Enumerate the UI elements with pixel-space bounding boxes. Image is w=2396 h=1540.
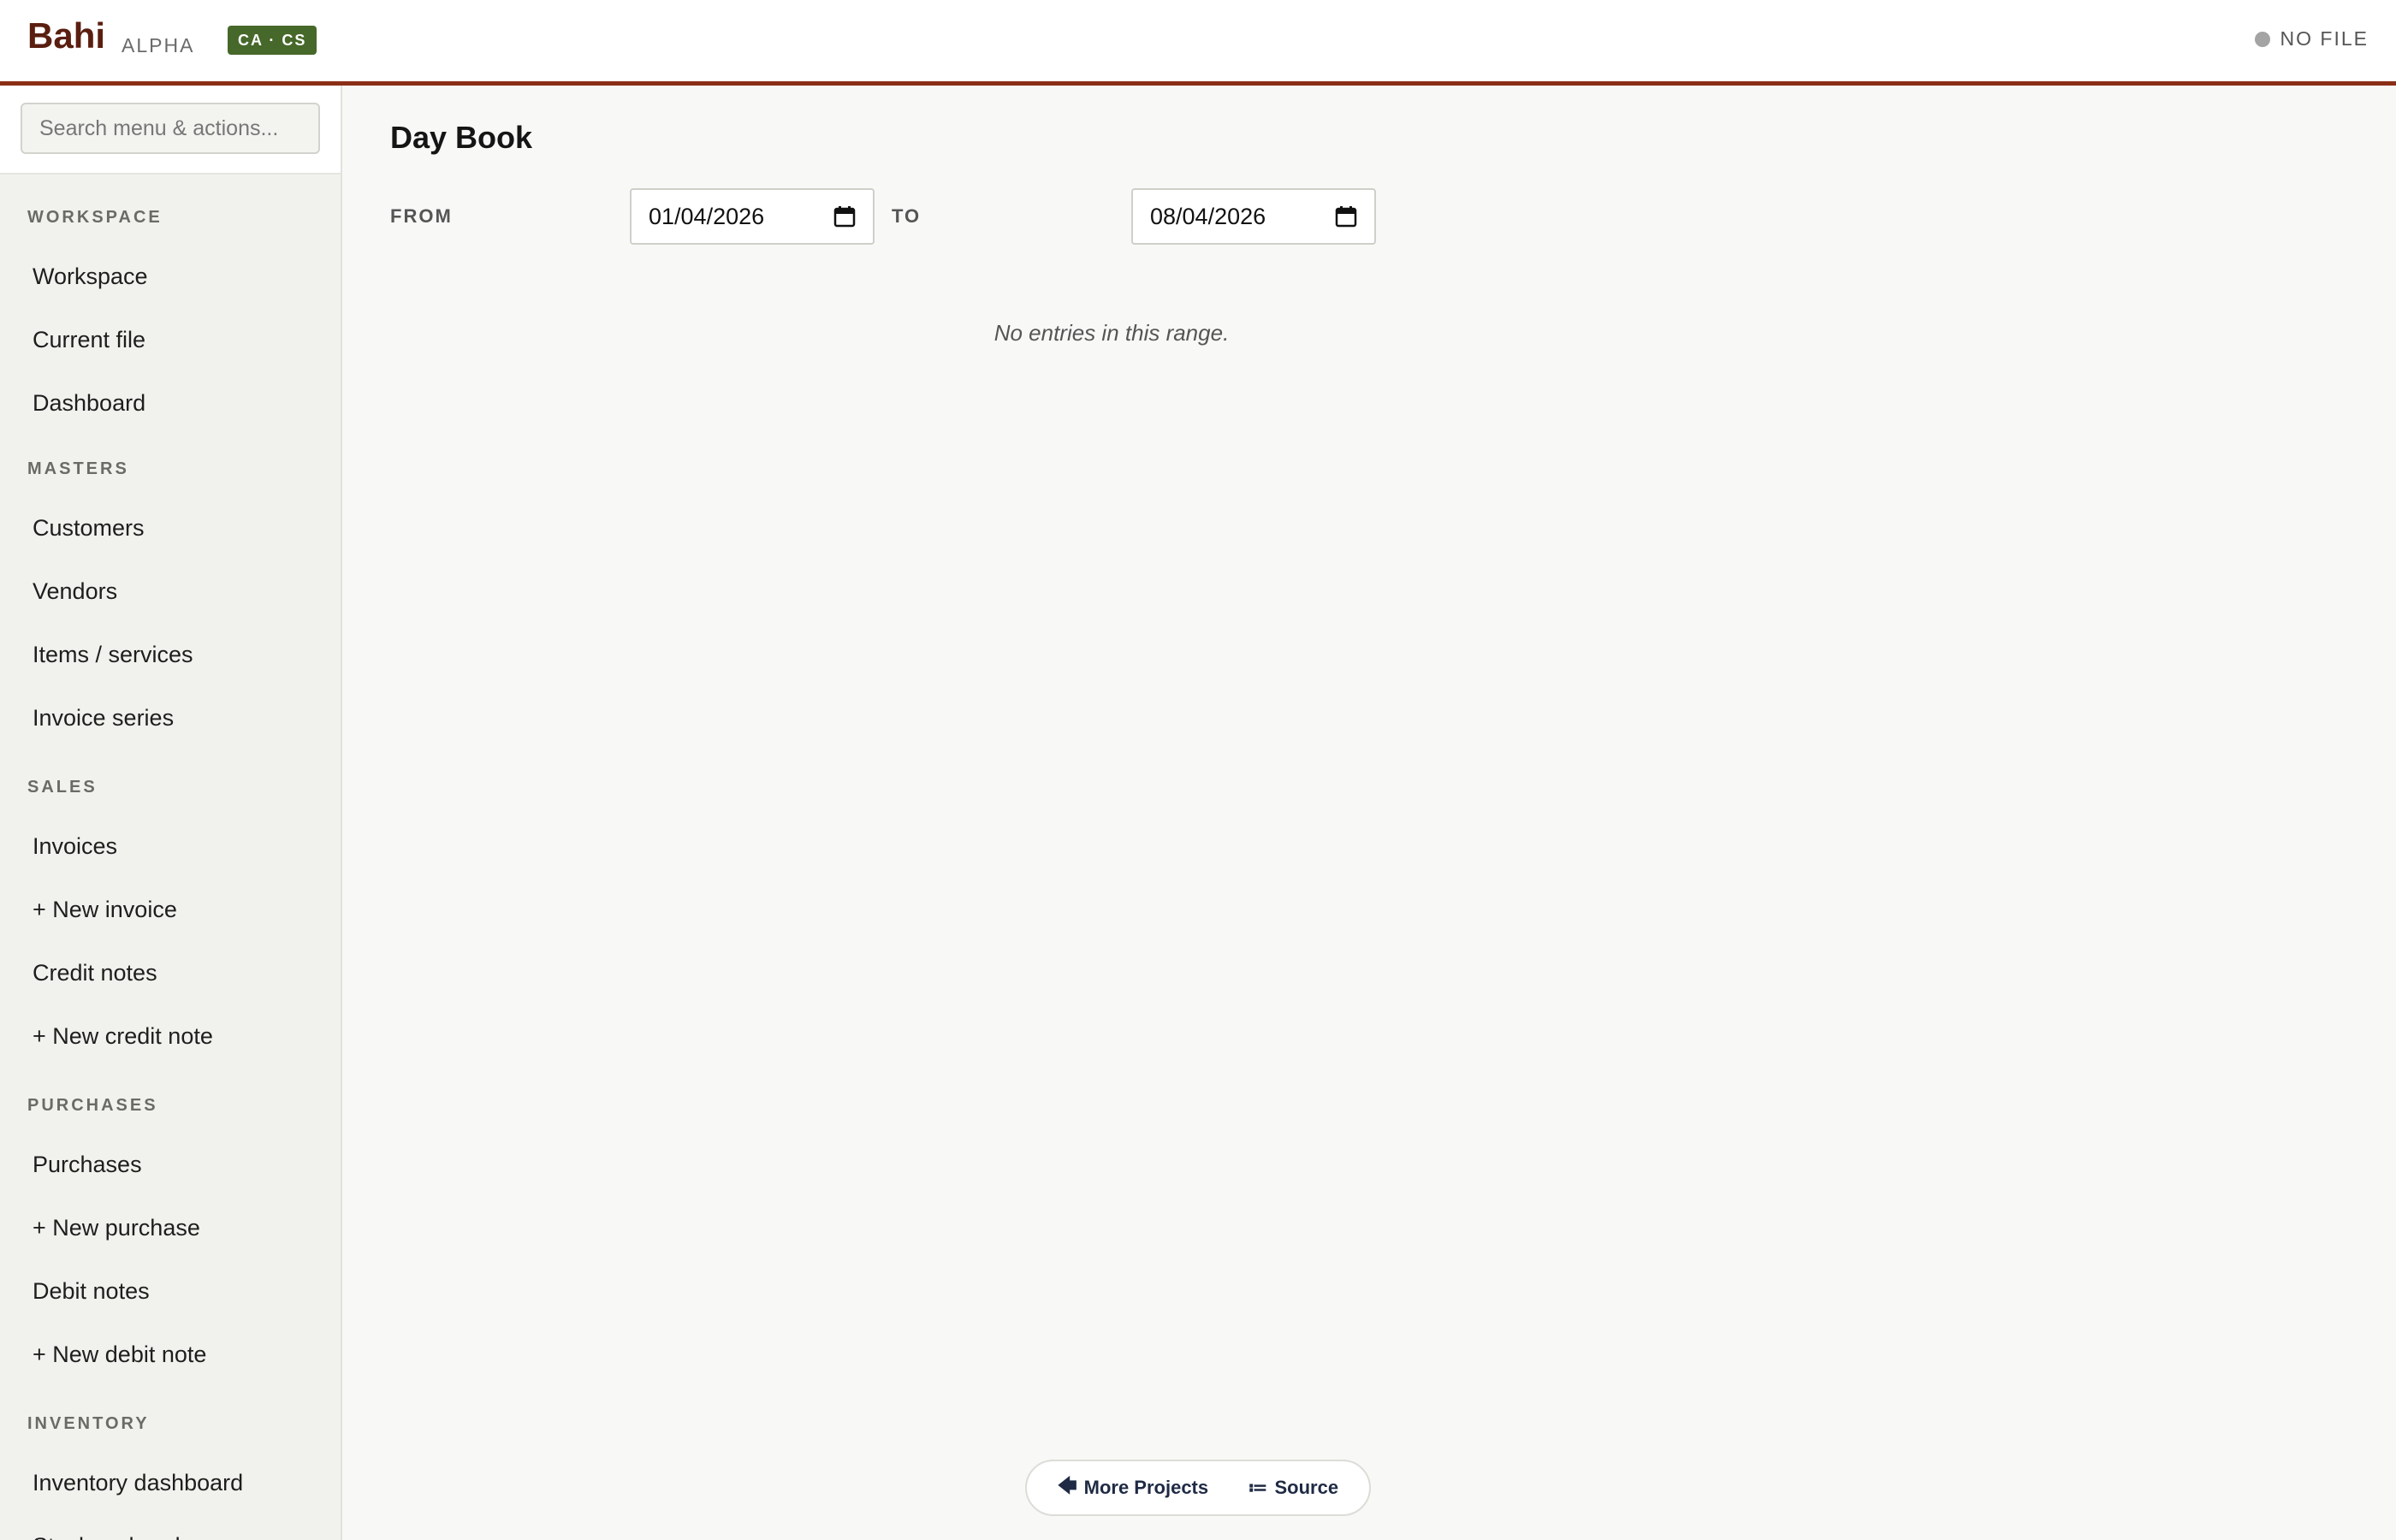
from-date-value: 01/04/2026 — [649, 203, 765, 229]
empty-state-message: No entries in this range. — [993, 320, 1230, 346]
source-link[interactable]: ≔ Source — [1248, 1477, 1338, 1499]
sidebar-item-new-debit-note[interactable]: + New debit note — [0, 1323, 341, 1386]
more-projects-label: More Projects — [1083, 1477, 1209, 1498]
sidebar: WORKSPACE Workspace Current file Dashboa… — [0, 86, 342, 1540]
to-label: TO — [892, 205, 922, 227]
section-title-sales: SALES — [27, 777, 98, 797]
calendar-icon[interactable] — [833, 205, 856, 228]
sidebar-item-purchases[interactable]: Purchases — [0, 1133, 341, 1196]
sidebar-item-invoice-series[interactable]: Invoice series — [0, 686, 341, 749]
source-label: Source — [1274, 1477, 1339, 1498]
sidebar-item-workspace[interactable]: Workspace — [0, 245, 341, 308]
sidebar-item-new-credit-note[interactable]: + New credit note — [0, 1004, 341, 1068]
page-title: Day Book — [390, 120, 533, 155]
from-date-input[interactable]: 01/04/2026 — [630, 188, 875, 245]
section-inventory: INVENTORY Inventory dashboard Stock on h… — [0, 1407, 341, 1540]
arrow-left-icon: 🡄 — [1057, 1475, 1077, 1496]
file-status: NO FILE — [2254, 27, 2369, 50]
calendar-icon[interactable] — [1335, 205, 1357, 228]
sidebar-item-vendors[interactable]: Vendors — [0, 560, 341, 623]
sidebar-item-items-services[interactable]: Items / services — [0, 623, 341, 686]
section-title-purchases: PURCHASES — [27, 1095, 158, 1115]
sidebar-item-customers[interactable]: Customers — [0, 496, 341, 560]
code-icon: ≔ — [1248, 1477, 1268, 1498]
sidebar-item-inventory-dashboard[interactable]: Inventory dashboard — [0, 1451, 341, 1514]
sidebar-item-stock-on-hand[interactable]: Stock on hand — [0, 1514, 341, 1540]
sidebar-item-new-invoice[interactable]: + New invoice — [0, 878, 341, 941]
more-projects-link[interactable]: 🡄 More Projects — [1058, 1472, 1208, 1504]
section-title-masters: MASTERS — [27, 459, 129, 478]
section-purchases: PURCHASES Purchases + New purchase Debit… — [0, 1088, 341, 1386]
section-workspace: WORKSPACE Workspace Current file Dashboa… — [0, 200, 341, 435]
sidebar-item-debit-notes[interactable]: Debit notes — [0, 1259, 341, 1323]
sidebar-item-credit-notes[interactable]: Credit notes — [0, 941, 341, 1004]
app-root: Bahi ALPHA CA · CS NO FILE WORKSPACE Wor… — [0, 0, 2396, 1540]
stage-label: ALPHA — [122, 34, 195, 56]
section-masters: MASTERS Customers Vendors Items / servic… — [0, 452, 341, 749]
to-date-value: 08/04/2026 — [1150, 203, 1266, 229]
brand-logo[interactable]: Bahi — [27, 15, 105, 56]
section-title-workspace: WORKSPACE — [27, 207, 163, 227]
sidebar-item-new-purchase[interactable]: + New purchase — [0, 1196, 341, 1259]
sidebar-search-area — [0, 86, 341, 175]
search-input[interactable] — [21, 103, 320, 154]
sidebar-item-dashboard[interactable]: Dashboard — [0, 371, 341, 435]
main-content: Day Book FROM 01/04/2026 TO 08/04/2026 N… — [344, 86, 2396, 1540]
status-dot-icon — [2254, 31, 2270, 47]
top-header: Bahi ALPHA CA · CS NO FILE — [0, 0, 2396, 86]
to-date-input[interactable]: 08/04/2026 — [1131, 188, 1376, 245]
file-status-label: NO FILE — [2280, 27, 2369, 50]
section-title-inventory: INVENTORY — [27, 1413, 150, 1433]
section-sales: SALES Invoices + New invoice Credit note… — [0, 770, 341, 1068]
role-badge: CA · CS — [228, 26, 317, 55]
from-label: FROM — [390, 205, 453, 227]
sidebar-item-invoices[interactable]: Invoices — [0, 814, 341, 878]
footer-links-pill: 🡄 More Projects ≔ Source — [1025, 1460, 1371, 1516]
sidebar-item-current-file[interactable]: Current file — [0, 308, 341, 371]
